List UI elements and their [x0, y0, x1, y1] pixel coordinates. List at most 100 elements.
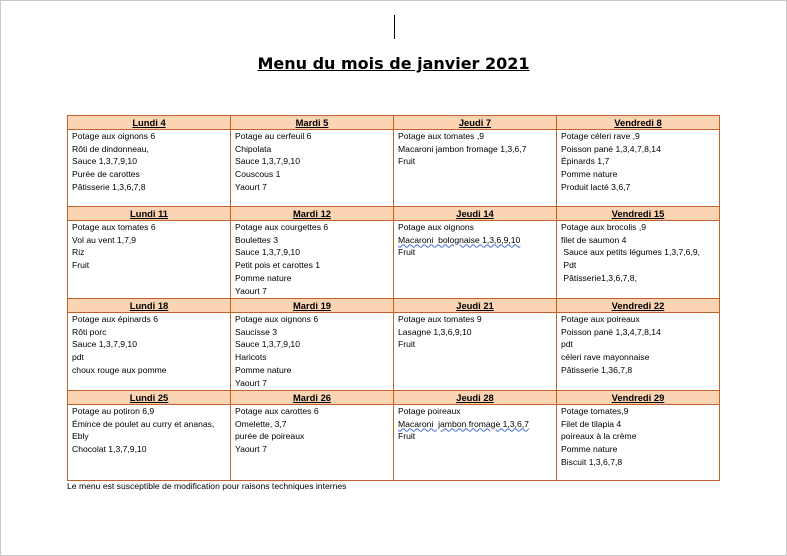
text-cursor — [394, 15, 395, 39]
day-header: Mardi 26 — [230, 390, 394, 405]
day-menu-cell: Potage aux épinards 6 Rôti porc Sauce 1,… — [67, 312, 231, 391]
menu-item: Chocolat 1,3,7,9,10 — [72, 444, 147, 455]
week-header-row: Lundi 18 Mardi 19 Jeudi 21 Vendredi 22 — [67, 298, 720, 313]
week-menu-row: Potage aux oignons 6 Rôti de dindonneau,… — [67, 129, 720, 207]
menu-item: Fruit — [398, 339, 416, 350]
menu-item: Rôti porc — [72, 326, 107, 337]
menu-item: Pdt — [561, 260, 577, 271]
menu-item: Potage aux tomates 9 — [398, 314, 482, 324]
menu-item: pdt — [561, 339, 573, 350]
week-menu-row: Potage aux tomates 6 Vol au vent 1,7,9 R… — [67, 220, 720, 299]
menu-item: Potage aux tomates ,9 — [398, 131, 484, 141]
menu-item: Potage aux tomates 6 — [72, 222, 156, 232]
week-header-row: Lundi 25 Mardi 26 Jeudi 28 Vendredi 29 — [67, 390, 720, 405]
menu-item: choux rouge aux pomme — [72, 364, 167, 375]
day-header: Lundi 11 — [67, 206, 231, 221]
menu-item: Fruit — [398, 247, 416, 258]
day-menu-cell: Potage aux oignons Macaroni bolognaise 1… — [393, 220, 557, 299]
menu-item: Sauce 1,3,7,9,10 — [72, 339, 137, 350]
day-menu-cell: Potage poireaux Macaroni jambon fromage … — [393, 404, 557, 481]
menu-item: Potage céleri rave ,9 — [561, 131, 640, 141]
day-menu-cell: Potage aux tomates 9 Lasagne 1,3,6,9,10 … — [393, 312, 557, 391]
week-header-row: Lundi 11 Mardi 12 Jeudi 14 Vendredi 15 — [67, 206, 720, 221]
menu-item: Potage aux brocolis ,9 — [561, 222, 647, 232]
menu-item: Produit lacté 3,6,7 — [561, 181, 631, 192]
menu-item: Épinards 1,7 — [561, 156, 610, 167]
page-title: Menu du mois de janvier 2021 — [257, 54, 530, 73]
week-header-row: Lundi 4 Mardi 5 Jeudi 7 Vendredi 8 — [67, 115, 720, 130]
menu-item: Yaourt 7 — [235, 377, 267, 388]
week-menu-row: Potage aux épinards 6 Rôti porc Sauce 1,… — [67, 312, 720, 391]
menu-item: Sauce 1,3,7,9,10 — [72, 156, 137, 167]
day-menu-cell: Potage tomates,9 Filet de tilapia 4 poir… — [556, 404, 720, 481]
menu-item: Biscuit 1,3,6,7,8 — [561, 456, 623, 467]
menu-item: Yaourt 7 — [235, 285, 267, 296]
menu-item: Sauce aux petits légumes 1,3,7,6,9, — [561, 247, 701, 258]
day-menu-cell: Potage aux brocolis ,9 filet de saumon 4… — [556, 220, 720, 299]
menu-item: filet de saumon 4 — [561, 234, 627, 245]
menu-item: Sauce 1,3,7,9,10 — [235, 156, 300, 167]
menu-item: Vol au vent 1,7,9 — [72, 234, 137, 245]
menu-item: Yaourt 7 — [235, 181, 267, 192]
menu-item: Yaourt 7 — [235, 444, 267, 455]
menu-item: Fruit — [72, 260, 90, 271]
day-menu-cell: Potage aux oignons 6 Saucisse 3 Sauce 1,… — [230, 312, 394, 391]
menu-item: Pomme nature — [561, 444, 618, 455]
day-header: Vendredi 29 — [556, 390, 720, 405]
day-menu-cell: Potage aux poireaux Poisson pané 1,3,4,7… — [556, 312, 720, 391]
day-menu-cell: Potage aux tomates ,9 Macaroni jambon fr… — [393, 129, 557, 207]
menu-item: Saucisse 3 — [235, 326, 278, 337]
day-header: Lundi 18 — [67, 298, 231, 313]
menu-item: Potage aux épinards 6 — [72, 314, 159, 324]
day-menu-cell: Potage aux oignons 6 Rôti de dindonneau,… — [67, 129, 231, 207]
menu-item: Purée de carottes — [72, 169, 140, 180]
menu-item: Potage tomates,9 — [561, 406, 629, 416]
day-menu-cell: Potage aux tomates 6 Vol au vent 1,7,9 R… — [67, 220, 231, 299]
footnote: Le menu est susceptible de modification … — [67, 481, 347, 491]
menu-table: Lundi 4 Mardi 5 Jeudi 7 Vendredi 8 Potag… — [67, 115, 720, 481]
menu-item: Chipolata — [235, 143, 272, 154]
day-header: Jeudi 21 — [393, 298, 557, 313]
menu-item: poireaux à la crème — [561, 431, 637, 442]
menu-item: Pomme nature — [235, 272, 292, 283]
menu-item: Macaroni jambon fromage 1,3,6,7 — [398, 418, 529, 429]
day-header: Jeudi 14 — [393, 206, 557, 221]
menu-item: purée de poireaux — [235, 431, 305, 442]
menu-item: Potage poireaux — [398, 406, 461, 416]
menu-item: Lasagne 1,3,6,9,10 — [398, 326, 472, 337]
menu-item: Haricots — [235, 352, 267, 363]
menu-item: Émince de poulet au curry et ananas, — [72, 418, 215, 429]
day-menu-cell: Potage céleri rave ,9 Poisson pané 1,3,4… — [556, 129, 720, 207]
menu-item: Poisson pané 1,3,4,7,8,14 — [561, 326, 661, 337]
menu-item: Riz — [72, 247, 85, 258]
menu-item: Potage aux oignons — [398, 222, 474, 232]
menu-item: Sauce 1,3,7,9,10 — [235, 247, 300, 258]
menu-item: Fruit — [398, 156, 416, 167]
menu-item: Rôti de dindonneau, — [72, 143, 149, 154]
menu-item: Potage aux poireaux — [561, 314, 640, 324]
menu-item: Couscous 1 — [235, 169, 281, 180]
menu-item: Poisson pané 1,3,4,7,8,14 — [561, 143, 661, 154]
menu-item: Sauce 1,3,7,9,10 — [235, 339, 300, 350]
menu-item: Pâtisserie 1,36,7,8 — [561, 364, 633, 375]
day-header: Mardi 5 — [230, 115, 394, 130]
menu-item: Potage aux carottes 6 — [235, 406, 319, 416]
menu-item: Potage aux oignons 6 — [235, 314, 319, 324]
day-header: Vendredi 8 — [556, 115, 720, 130]
day-header: Vendredi 22 — [556, 298, 720, 313]
menu-item: Macaroni jambon fromage 1,3,6,7 — [398, 143, 527, 154]
menu-item: Macaroni bolognaise 1,3,6,9,10 — [398, 234, 521, 245]
menu-item: Fruit — [398, 431, 416, 442]
menu-item: Pâtisserie 1,3,6,7,8 — [72, 181, 146, 192]
menu-item: Potage aux courgettes 6 — [235, 222, 329, 232]
menu-item: Potage au cerfeuil 6 — [235, 131, 312, 141]
week-menu-row: Potage au potiron 6,9 Émince de poulet a… — [67, 404, 720, 481]
day-header: Mardi 12 — [230, 206, 394, 221]
day-menu-cell: Potage au cerfeuil 6 Chipolata Sauce 1,3… — [230, 129, 394, 207]
day-menu-cell: Potage aux courgettes 6 Boulettes 3 Sauc… — [230, 220, 394, 299]
day-header: Vendredi 15 — [556, 206, 720, 221]
menu-item: Potage aux oignons 6 — [72, 131, 156, 141]
day-menu-cell: Potage au potiron 6,9 Émince de poulet a… — [67, 404, 231, 481]
day-header: Mardi 19 — [230, 298, 394, 313]
menu-item: pdt — [72, 352, 84, 363]
